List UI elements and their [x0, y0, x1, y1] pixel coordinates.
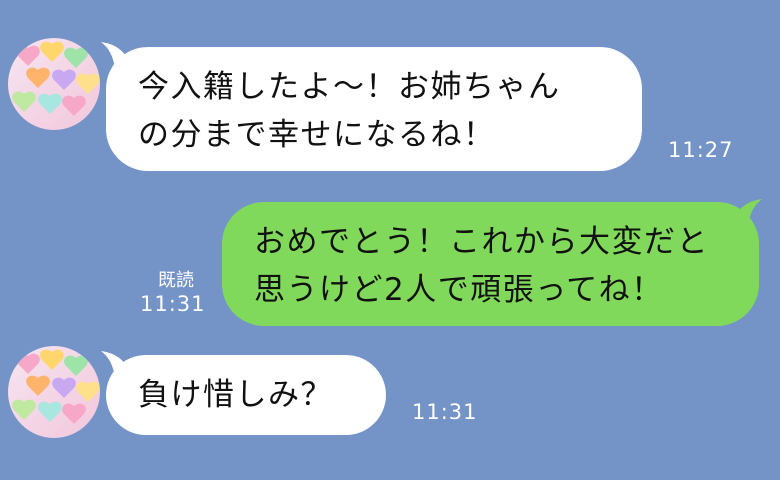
candy-hearts-avatar-image [8, 38, 100, 130]
read-receipt: 既読 [158, 270, 194, 291]
message-text-line: 今入籍したよ～！お姉ちゃん [138, 69, 561, 105]
message-text-line: 思うけど2人で頑張ってね！ [254, 272, 664, 308]
outgoing-message-bubble[interactable]: おめでとう！これから大変だと 思うけど2人で頑張ってね！ [222, 202, 759, 326]
sender-avatar[interactable] [8, 38, 100, 130]
message-timestamp: 11:31 [140, 292, 206, 316]
message-timestamp: 11:31 [412, 400, 478, 424]
message-timestamp: 11:27 [668, 138, 734, 162]
message-text-line: 負け惜しみ？ [138, 377, 333, 413]
message-text-line: の分まで幸せになるね！ [138, 117, 496, 153]
chat-area[interactable]: 今入籍したよ～！お姉ちゃん の分まで幸せになるね！ 11:27 既読 11:31… [0, 0, 780, 480]
sender-avatar[interactable] [8, 346, 100, 438]
message-text-line: おめでとう！これから大変だと [254, 224, 709, 260]
incoming-message-bubble[interactable]: 負け惜しみ？ [106, 355, 386, 435]
incoming-message-bubble[interactable]: 今入籍したよ～！お姉ちゃん の分まで幸せになるね！ [106, 47, 642, 171]
candy-hearts-avatar-image [8, 346, 100, 438]
